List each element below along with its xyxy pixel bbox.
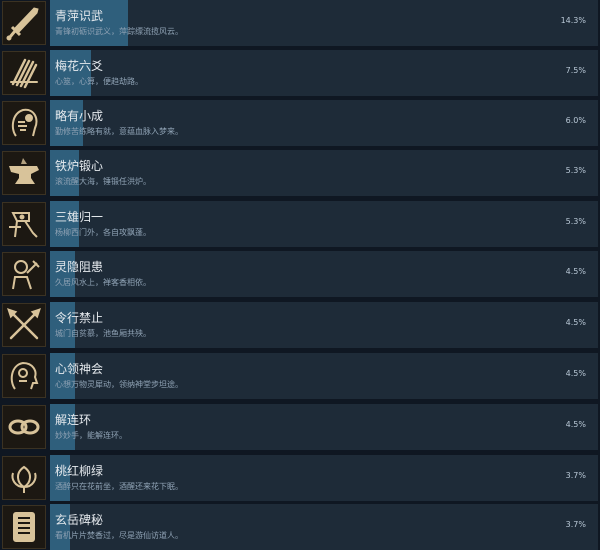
achievement-row[interactable]: 梅花六爻 心筮，心算，便趋劫路。 7.5% <box>0 50 600 96</box>
mind-head-icon <box>3 355 45 397</box>
achievement-icon-frame <box>2 1 46 45</box>
achievement-progress-track <box>50 504 598 550</box>
achievement-progress-track <box>50 100 598 146</box>
achievement-description: 杨柳西门外，各自攻飘蓬。 <box>55 228 151 237</box>
achievement-unlock-percent: 5.3% <box>565 217 586 226</box>
achievement-icon-frame <box>2 303 46 347</box>
achievement-title: 解连环 <box>55 413 92 427</box>
achievement-description: 妙妙手，能解连环。 <box>55 431 127 440</box>
achievement-description: 城门自贫慕，池鱼厢共殃。 <box>55 329 151 338</box>
achievement-title: 令行禁止 <box>55 311 104 325</box>
achievement-progress-track <box>50 251 598 297</box>
achievement-icon-frame <box>2 151 46 195</box>
achievement-unlock-percent: 5.3% <box>565 166 586 175</box>
achievement-progress-track <box>50 353 598 399</box>
achievement-row[interactable]: 灵隐阻患 久居风水上，禅客香相依。 4.5% <box>0 251 600 297</box>
achievement-title: 铁炉锻心 <box>55 159 104 173</box>
achievement-unlock-percent: 4.5% <box>565 318 586 327</box>
achievement-title: 桃红柳绿 <box>55 464 104 478</box>
achievement-title: 略有小成 <box>55 109 104 123</box>
achievement-progress-track <box>50 150 598 196</box>
achievement-progress-track <box>50 50 598 96</box>
achievement-unlock-percent: 4.5% <box>565 267 586 276</box>
stele-tablet-icon <box>3 506 45 548</box>
achievement-row[interactable]: 三雄归一 杨柳西门外，各自攻飘蓬。 5.3% <box>0 201 600 247</box>
divination-sticks-icon <box>3 52 45 94</box>
anvil-icon <box>3 152 45 194</box>
achievement-description: 青锋初砺识武义，萍踪缥流揽风云。 <box>55 27 183 36</box>
achievement-icon-frame <box>2 456 46 500</box>
achievement-row[interactable]: 青萍识武 青锋初砺识武义，萍踪缥流揽风云。 14.3% <box>0 0 600 46</box>
achievement-description: 心想万物灵犀动，领纳神堂步坦途。 <box>55 380 183 389</box>
monk-icon <box>3 253 45 295</box>
achievement-unlock-percent: 4.5% <box>565 369 586 378</box>
achievement-progress-track <box>50 302 598 348</box>
achievement-icon-frame <box>2 405 46 449</box>
meditating-head-icon <box>3 102 45 144</box>
achievement-unlock-percent: 7.5% <box>565 66 586 75</box>
achievement-row[interactable]: 解连环 妙妙手，能解连环。 4.5% <box>0 404 600 450</box>
achievement-description: 酒醉只在花前坐，酒醒还来花下眠。 <box>55 482 183 491</box>
achievement-progress-track <box>50 404 598 450</box>
achievement-progress-track <box>50 0 598 46</box>
linked-rings-icon <box>3 406 45 448</box>
achievement-unlock-percent: 3.7% <box>565 520 586 529</box>
achievement-unlock-percent: 4.5% <box>565 420 586 429</box>
achievement-title: 心领神会 <box>55 362 104 376</box>
achievement-icon-frame <box>2 101 46 145</box>
achievement-description: 久居风水上，禅客香相依。 <box>55 278 151 287</box>
achievement-title: 三雄归一 <box>55 210 104 224</box>
achievement-description: 看机片片焚香过，尽是游仙访道人。 <box>55 531 183 540</box>
achievement-unlock-percent: 3.7% <box>565 471 586 480</box>
achievement-title: 青萍识武 <box>55 9 104 23</box>
achievement-description: 勤修苦练略有就，意蕴血脉入梦来。 <box>55 127 183 136</box>
warrior-figure-icon <box>3 203 45 245</box>
achievement-icon-frame <box>2 202 46 246</box>
achievement-unlock-percent: 14.3% <box>560 16 586 25</box>
achievement-description: 滚流醒大海，锤锻任洪炉。 <box>55 177 151 186</box>
achievement-progress-track <box>50 201 598 247</box>
achievement-row[interactable]: 铁炉锻心 滚流醒大海，锤锻任洪炉。 5.3% <box>0 150 600 196</box>
achievement-list: 青萍识武 青锋初砺识武义，萍踪缥流揽风云。 14.3% 梅花六爻 心筮，心算，便… <box>0 0 600 550</box>
achievement-description: 心筮，心算，便趋劫路。 <box>55 77 143 86</box>
achievement-progress-track <box>50 455 598 501</box>
achievement-title: 灵隐阻患 <box>55 260 104 274</box>
achievement-title: 玄岳碑秘 <box>55 513 104 527</box>
achievement-row[interactable]: 玄岳碑秘 看机片片焚香过，尽是游仙访道人。 3.7% <box>0 504 600 550</box>
achievement-row[interactable]: 心领神会 心想万物灵犀动，领纳神堂步坦途。 4.5% <box>0 353 600 399</box>
achievement-row[interactable]: 桃红柳绿 酒醉只在花前坐，酒醒还来花下眠。 3.7% <box>0 455 600 501</box>
achievement-row[interactable]: 略有小成 勤修苦练略有就，意蕴血脉入梦来。 6.0% <box>0 100 600 146</box>
achievement-icon-frame <box>2 252 46 296</box>
achievement-unlock-percent: 6.0% <box>565 116 586 125</box>
achievement-icon-frame <box>2 505 46 549</box>
achievement-title: 梅花六爻 <box>55 59 104 73</box>
flower-icon <box>3 457 45 499</box>
sword-icon <box>3 2 45 44</box>
crossed-spears-icon <box>3 304 45 346</box>
achievement-icon-frame <box>2 354 46 398</box>
achievement-icon-frame <box>2 51 46 95</box>
achievement-row[interactable]: 令行禁止 城门自贫慕，池鱼厢共殃。 4.5% <box>0 302 600 348</box>
